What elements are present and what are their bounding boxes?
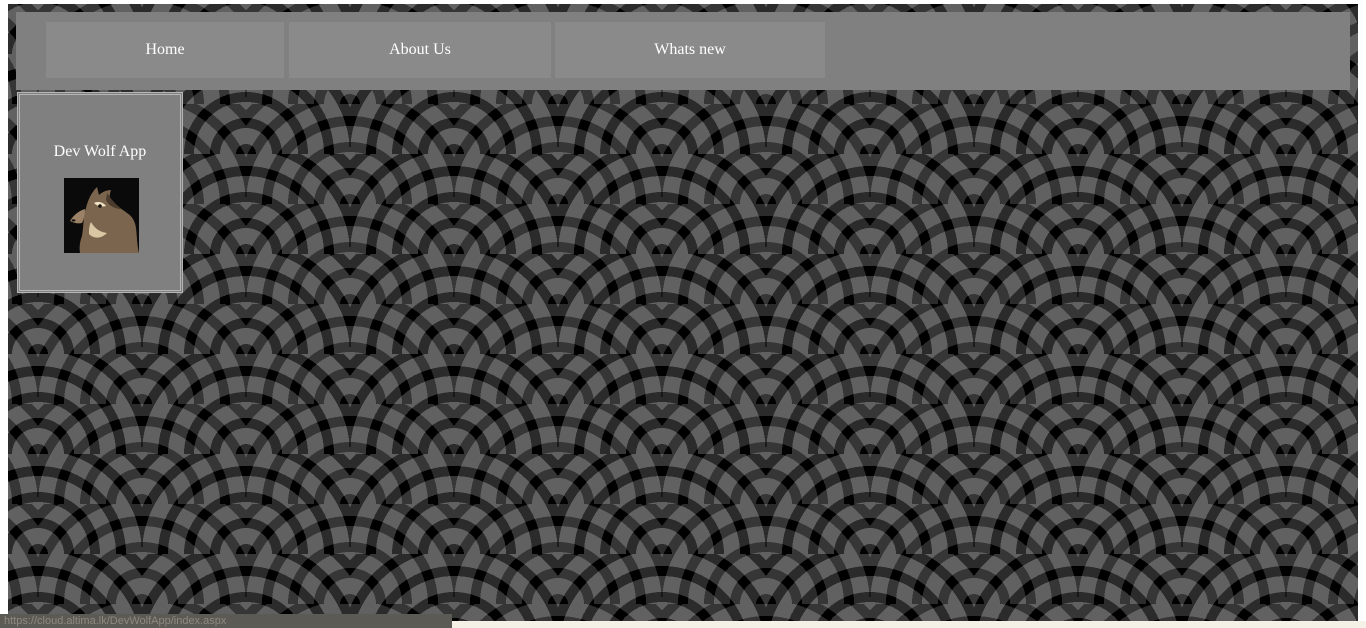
- wolf-icon: [64, 178, 139, 253]
- wolf-image: [64, 178, 139, 253]
- nav-home-link[interactable]: Home: [46, 22, 284, 78]
- status-url-text: https://cloud.altima.lk/DevWolfApp/index…: [0, 614, 452, 628]
- app-title: Dev Wolf App: [53, 143, 147, 160]
- page-background: [8, 4, 1358, 621]
- nav-about-us-link[interactable]: About Us: [289, 22, 551, 78]
- nav-whats-new-link[interactable]: Whats new: [555, 22, 825, 78]
- main-navbar: Home About Us Whats new: [16, 12, 1350, 90]
- dev-wolf-app-card[interactable]: Dev Wolf App: [17, 92, 183, 293]
